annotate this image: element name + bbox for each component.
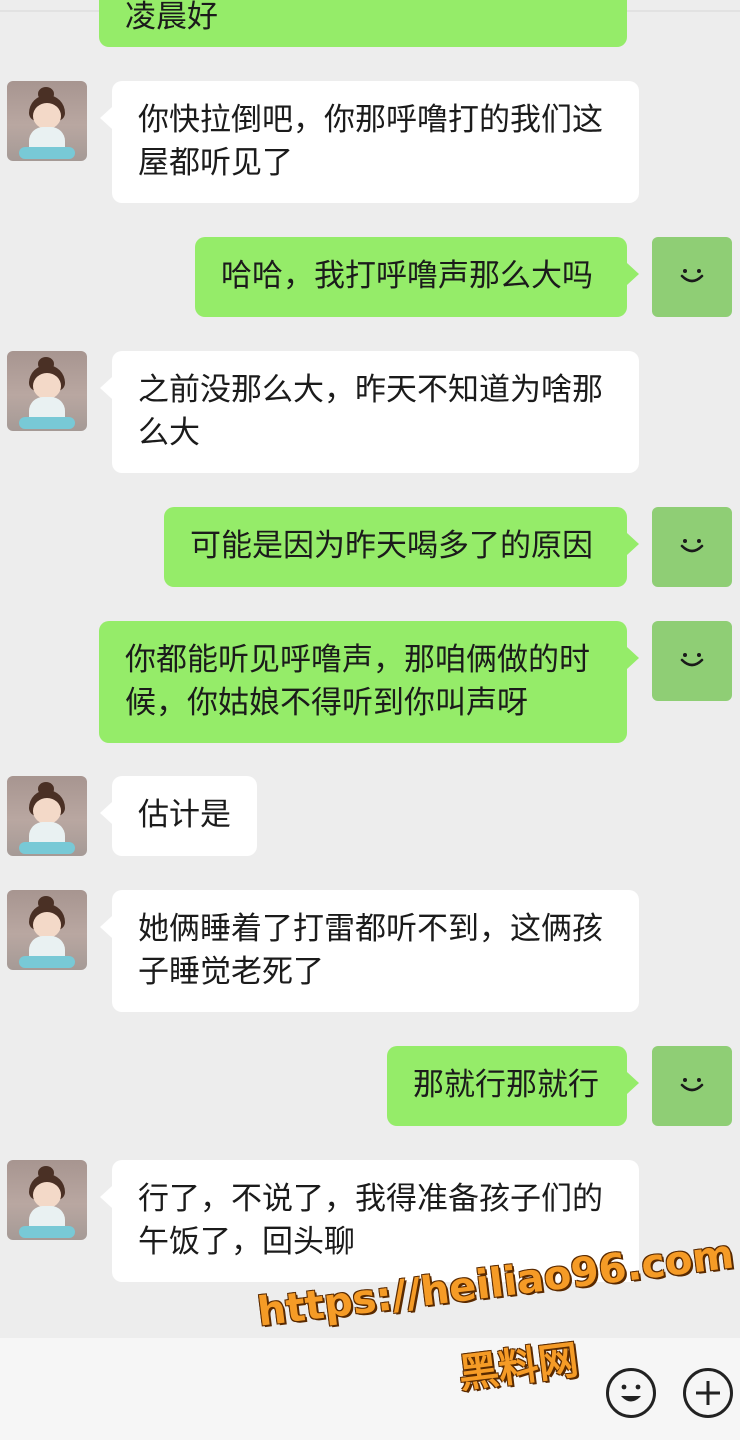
incoming-message-bubble[interactable]: 她俩睡着了打雷都听不到，这俩孩子睡觉老死了	[100, 890, 639, 1012]
message-text: 你快拉倒吧，你那呼噜打的我们这屋都听见了	[138, 102, 603, 181]
contact-avatar[interactable]	[7, 776, 87, 856]
contact-avatar[interactable]	[7, 890, 87, 970]
message-text: 你都能听见呼噜声，那咱俩做的时候，你姑娘不得听到你叫声呀	[125, 642, 590, 721]
incoming-message-bubble[interactable]: 之前没那么大，昨天不知道为啥那么大	[100, 351, 639, 473]
message-text: 估计是	[138, 797, 231, 833]
outgoing-message-bubble[interactable]: 凌晨好	[99, 0, 627, 47]
emoji-button[interactable]	[606, 1368, 656, 1418]
my-avatar[interactable]	[652, 237, 732, 317]
my-avatar[interactable]	[652, 1046, 732, 1126]
emoji-icon	[621, 1384, 641, 1402]
smiley-avatar-icon	[680, 539, 704, 553]
message-text: 之前没那么大，昨天不知道为啥那么大	[138, 372, 603, 451]
my-avatar[interactable]	[652, 621, 732, 701]
message-text: 哈哈，我打呼噜声那么大吗	[221, 258, 593, 294]
message-text: 她俩睡着了打雷都听不到，这俩孩子睡觉老死了	[138, 911, 603, 990]
my-avatar[interactable]	[652, 507, 732, 587]
smiley-avatar-icon	[680, 653, 704, 667]
incoming-message-bubble[interactable]: 估计是	[100, 776, 257, 856]
message-text: 行了，不说了，我得准备孩子们的午饭了，回头聊	[138, 1181, 603, 1260]
plus-icon	[696, 1381, 720, 1405]
message-text: 凌晨好	[125, 0, 218, 35]
smiley-avatar-icon	[680, 1078, 704, 1092]
message-text: 那就行那就行	[413, 1067, 599, 1103]
contact-avatar[interactable]	[7, 1160, 87, 1240]
outgoing-message-bubble[interactable]: 那就行那就行	[387, 1046, 639, 1126]
smiley-avatar-icon	[680, 269, 704, 283]
contact-avatar[interactable]	[7, 81, 87, 161]
plus-button[interactable]	[683, 1368, 733, 1418]
incoming-message-bubble[interactable]: 你快拉倒吧，你那呼噜打的我们这屋都听见了	[100, 81, 639, 203]
outgoing-message-bubble[interactable]: 哈哈，我打呼噜声那么大吗	[195, 237, 639, 317]
message-text: 可能是因为昨天喝多了的原因	[190, 528, 593, 564]
outgoing-message-bubble[interactable]: 可能是因为昨天喝多了的原因	[164, 507, 639, 587]
outgoing-message-bubble[interactable]: 你都能听见呼噜声，那咱俩做的时候，你姑娘不得听到你叫声呀	[99, 621, 639, 743]
contact-avatar[interactable]	[7, 351, 87, 431]
